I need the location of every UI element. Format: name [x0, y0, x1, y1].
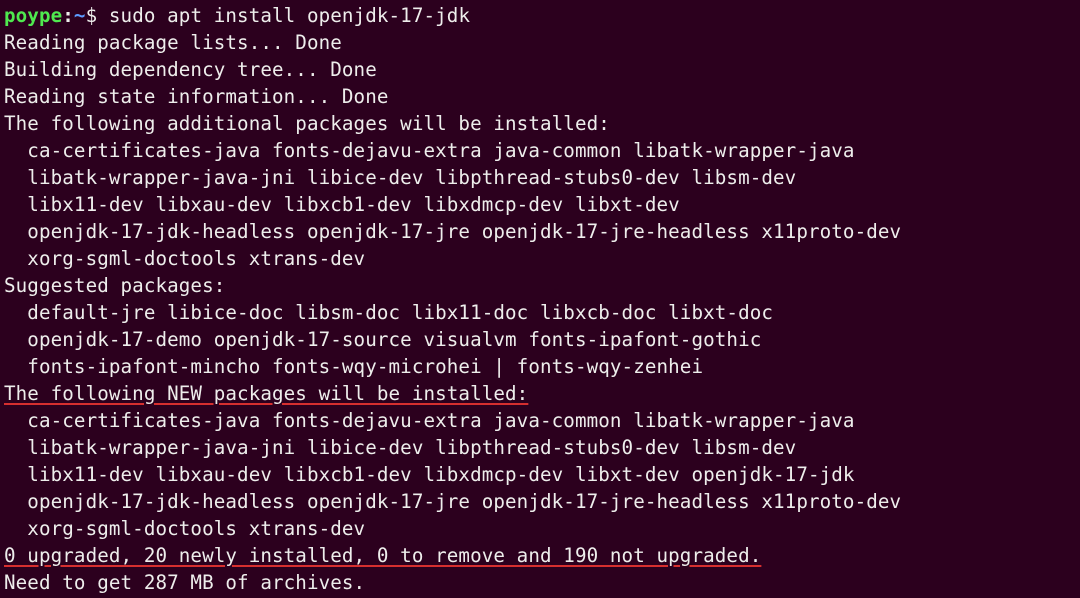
output-line: libx11-dev libxau-dev libxcb1-dev libxdm… [4, 193, 680, 216]
highlighted-line-new-packages: The following NEW packages will be insta… [4, 382, 528, 405]
output-line: openjdk-17-jdk-headless openjdk-17-jre o… [4, 220, 901, 243]
output-line: Building dependency tree... Done [4, 58, 377, 81]
output-line: openjdk-17-demo openjdk-17-source visual… [4, 328, 761, 351]
highlighted-line-summary: 0 upgraded, 20 newly installed, 0 to rem… [4, 544, 761, 567]
prompt-dollar: $ [86, 4, 109, 27]
output-line: Suggested packages: [4, 274, 225, 297]
output-line: libatk-wrapper-java-jni libice-dev libpt… [4, 436, 796, 459]
prompt-colon: : [62, 4, 74, 27]
output-line: ca-certificates-java fonts-dejavu-extra … [4, 409, 855, 432]
output-line: xorg-sgml-doctools xtrans-dev [4, 517, 365, 540]
typed-command: sudo apt install openjdk-17-jdk [109, 4, 470, 27]
prompt-user: poype [4, 4, 62, 27]
prompt-path: ~ [74, 4, 86, 27]
output-line: ca-certificates-java fonts-dejavu-extra … [4, 139, 855, 162]
output-line: openjdk-17-jdk-headless openjdk-17-jre o… [4, 490, 901, 513]
output-line: Reading package lists... Done [4, 31, 342, 54]
output-line: libatk-wrapper-java-jni libice-dev libpt… [4, 166, 796, 189]
output-line: libx11-dev libxau-dev libxcb1-dev libxdm… [4, 463, 855, 486]
output-line: xorg-sgml-doctools xtrans-dev [4, 247, 365, 270]
output-line: default-jre libice-doc libsm-doc libx11-… [4, 301, 773, 324]
terminal-output[interactable]: poype:~$ sudo apt install openjdk-17-jdk… [0, 0, 1080, 598]
output-line: Need to get 287 MB of archives. [4, 571, 365, 594]
output-line: fonts-ipafont-mincho fonts-wqy-microhei … [4, 355, 703, 378]
output-line: The following additional packages will b… [4, 112, 610, 135]
output-line: Reading state information... Done [4, 85, 389, 108]
